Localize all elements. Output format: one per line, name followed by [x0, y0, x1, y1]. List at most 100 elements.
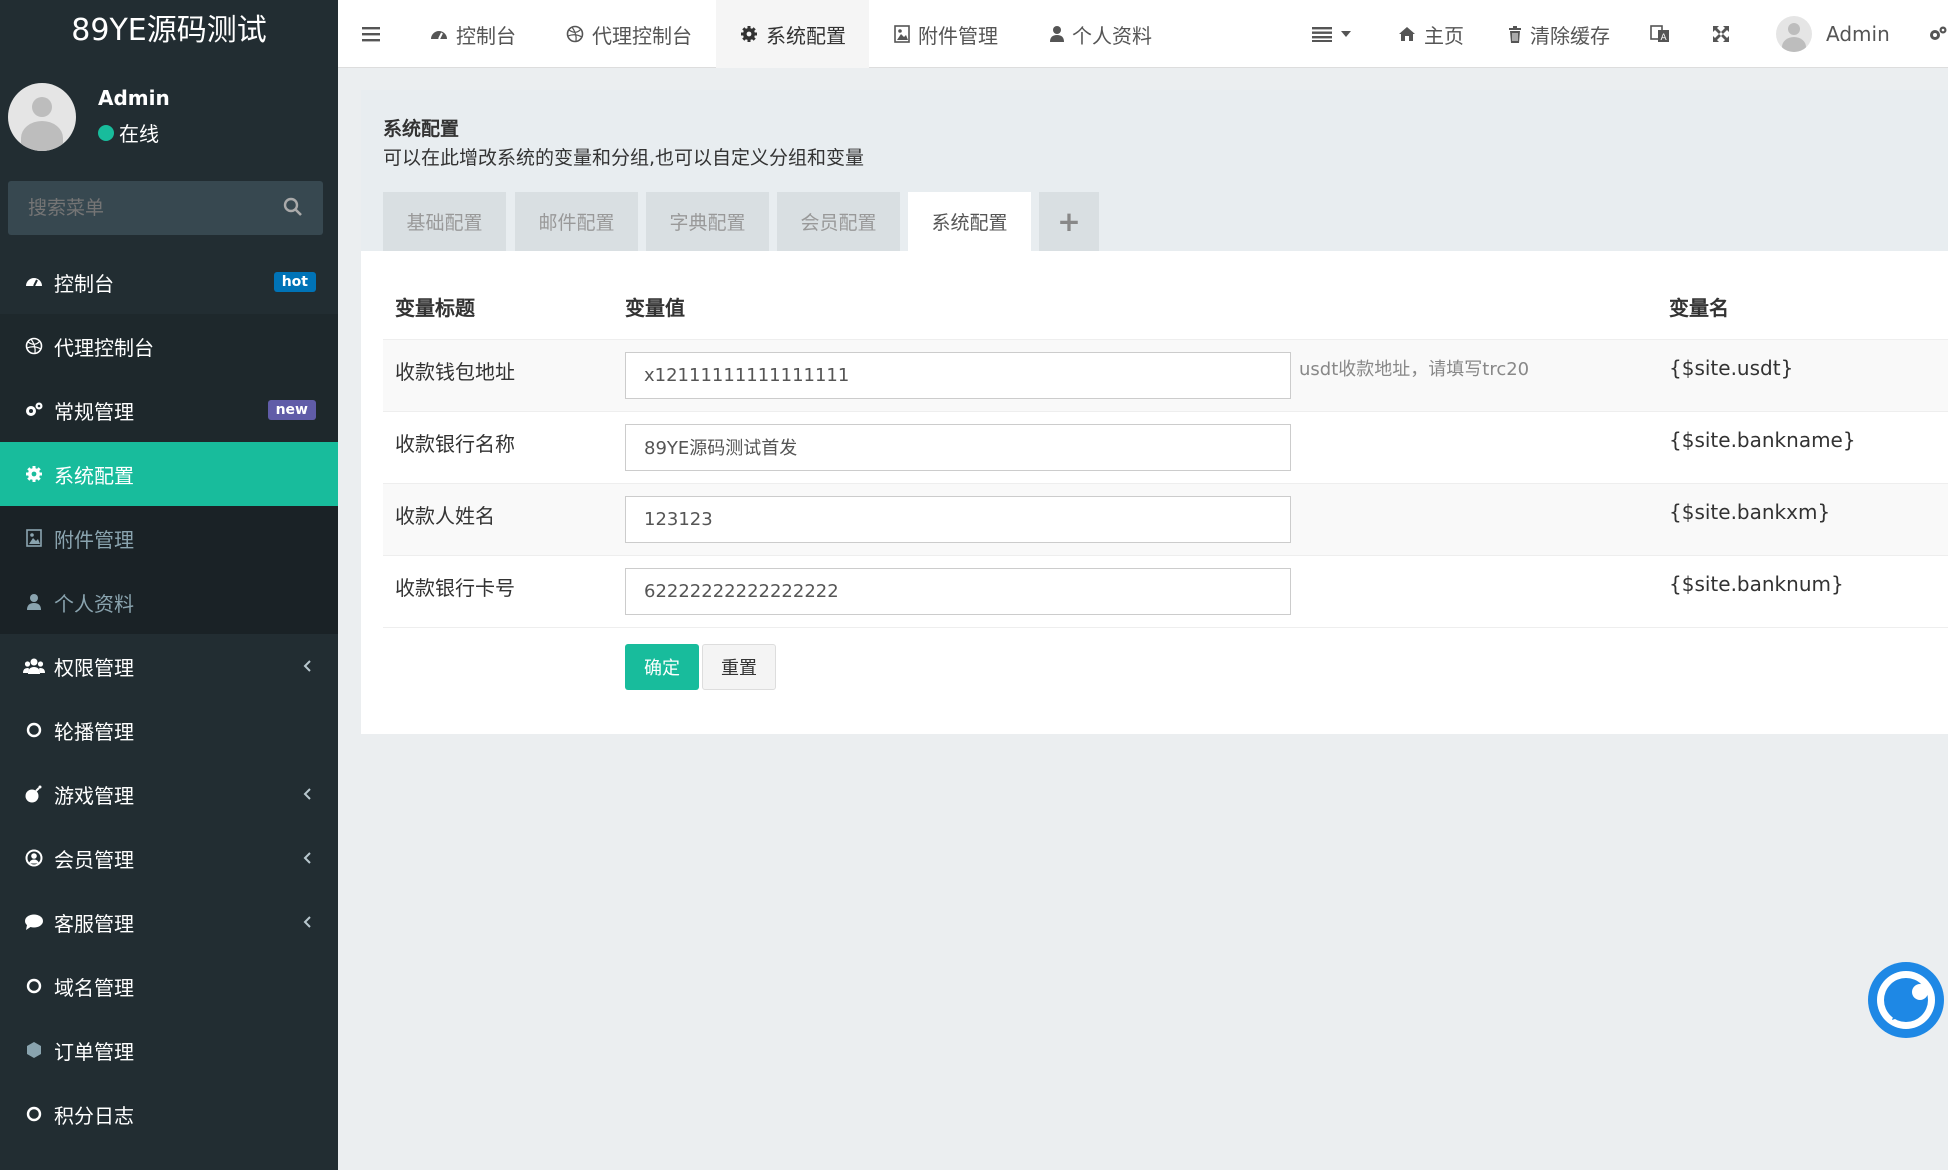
admin-name: Admin: [1826, 22, 1890, 46]
dashboard-icon: [431, 31, 447, 40]
tab-system[interactable]: 系统配置: [908, 192, 1031, 251]
sidebar-item-permissions[interactable]: 权限管理: [0, 634, 338, 698]
sidebar-item-label: 代理控制台: [54, 335, 154, 360]
circle-icon: [22, 718, 46, 742]
var-name: {$site.usdt}: [1657, 338, 1948, 411]
user-status: 在线: [98, 118, 159, 147]
circle-icon: [22, 1102, 46, 1126]
var-value-cell: [613, 410, 1657, 483]
bank-name-input[interactable]: [625, 423, 1291, 471]
var-name: {$site.bankname}: [1657, 410, 1948, 483]
sidebar-item-general[interactable]: 常规管理 new: [0, 378, 338, 442]
sidebar-item-system-config[interactable]: 系统配置: [0, 442, 338, 506]
sidebar-item-customer-service[interactable]: 客服管理: [0, 890, 338, 954]
payee-name-input[interactable]: [625, 495, 1291, 543]
expand-icon: [1713, 26, 1729, 42]
add-group-button[interactable]: +: [1039, 192, 1099, 251]
top-tab-label: 附件管理: [918, 23, 998, 48]
sidebar-item-label: 系统配置: [54, 463, 134, 488]
sidebar-item-agent-dashboard[interactable]: 代理控制台: [0, 314, 338, 378]
table-row: 收款银行卡号 {$site.banknum}: [383, 554, 1948, 627]
sidebar-item-domains[interactable]: 域名管理: [0, 954, 338, 1018]
form-actions-row: 确定 重置: [383, 626, 1948, 699]
cogs-icon: [1930, 26, 1947, 40]
tab-email[interactable]: 邮件配置: [515, 192, 638, 251]
sidebar-search: [8, 181, 323, 235]
language-button[interactable]: A: [1650, 0, 1678, 68]
sidebar-item-games[interactable]: 游戏管理: [0, 762, 338, 826]
sidebar-item-members[interactable]: 会员管理: [0, 826, 338, 890]
sidebar-toggle-button[interactable]: [362, 0, 388, 68]
page-title: 系统配置: [383, 118, 460, 140]
gear-icon: [741, 26, 757, 42]
sidebar-item-label: 个人资料: [54, 591, 134, 616]
top-tab-system-config[interactable]: 系统配置: [716, 0, 869, 68]
chevron-left-icon: [303, 916, 311, 928]
avatar: [1776, 16, 1812, 52]
panel-header: 系统配置 可以在此增改系统的变量和分组,也可以自定义分组和变量 基础配置 邮件配…: [361, 90, 1948, 251]
bank-card-input[interactable]: [625, 567, 1291, 615]
user-circle-icon: [22, 846, 46, 870]
var-name: {$site.banknum}: [1657, 554, 1948, 627]
clear-cache-button[interactable]: 清除缓存: [1508, 0, 1610, 68]
avatar: [8, 83, 76, 151]
var-value-cell: [613, 482, 1657, 555]
col-title-header: 变量标题: [395, 296, 475, 321]
top-tab-dashboard[interactable]: 控制台: [430, 0, 516, 68]
dashboard-icon: [22, 270, 46, 294]
search-input[interactable]: [8, 181, 268, 235]
sidebar-item-orders[interactable]: 订单管理: [0, 1018, 338, 1082]
hot-badge: hot: [273, 272, 316, 292]
sidebar-item-carousel[interactable]: 轮播管理: [0, 698, 338, 762]
new-badge: new: [267, 400, 316, 420]
user-icon: [1050, 26, 1064, 42]
group-icon: [22, 654, 46, 678]
sidebar-item-label: 积分日志: [54, 1103, 134, 1128]
var-title: 收款银行卡号: [383, 554, 613, 627]
table-row: 收款银行名称 {$site.bankname}: [383, 410, 1948, 483]
top-tab-attachments[interactable]: 附件管理: [894, 0, 998, 68]
sidebar-item-dashboard[interactable]: 控制台 hot: [0, 250, 338, 314]
search-icon[interactable]: [283, 197, 303, 217]
submit-button[interactable]: 确定: [625, 643, 699, 690]
online-dot-icon: [98, 124, 114, 141]
hexagon-icon: [22, 1038, 46, 1062]
more-menu-button[interactable]: [1312, 0, 1360, 68]
user-menu[interactable]: Admin: [1776, 0, 1890, 68]
tab-member[interactable]: 会员配置: [777, 192, 900, 251]
chevron-left-icon: [303, 852, 311, 864]
reset-button[interactable]: 重置: [702, 643, 776, 690]
home-link[interactable]: 主页: [1398, 0, 1464, 68]
top-tab-profile[interactable]: 个人资料: [1050, 0, 1152, 68]
var-title: 收款人姓名: [383, 482, 613, 555]
cogs-icon: [22, 398, 46, 422]
app-logo[interactable]: 89YE源码测试: [0, 0, 338, 64]
chat-float-button[interactable]: [1868, 962, 1944, 1038]
settings-button[interactable]: [1928, 0, 1948, 68]
form-actions: 确定 重置: [613, 626, 1657, 699]
var-title: 收款钱包地址: [383, 338, 613, 411]
sidebar-item-attachments[interactable]: 附件管理: [0, 506, 338, 570]
sidebar-item-profile[interactable]: 个人资料: [0, 570, 338, 634]
var-value-cell: [613, 554, 1657, 627]
top-tab-label: 系统配置: [766, 23, 846, 48]
fullscreen-button[interactable]: [1712, 0, 1738, 68]
tab-dictionary[interactable]: 字典配置: [646, 192, 769, 251]
sidebar-item-label: 游戏管理: [54, 783, 134, 808]
sidebar-item-label: 控制台: [54, 271, 114, 296]
user-name: Admin: [98, 86, 170, 110]
tab-basic[interactable]: 基础配置: [383, 192, 506, 251]
col-name-header: 变量名: [1669, 296, 1729, 321]
caret-down-icon: [1341, 31, 1351, 37]
image-icon: [894, 25, 910, 43]
col-value-header: 变量值: [625, 296, 685, 321]
wallet-address-input[interactable]: [625, 351, 1291, 399]
sidebar-item-label: 客服管理: [54, 911, 134, 936]
sidebar-menu: 控制台 hot 代理控制台 常规管理 new 系统配置 附件管理 个人资料 权限…: [0, 250, 338, 1146]
var-name: {$site.bankxm}: [1657, 482, 1948, 555]
chevron-left-icon: [303, 788, 311, 800]
top-tab-agent-dashboard[interactable]: 代理控制台: [566, 0, 692, 68]
var-title: 收款银行名称: [383, 410, 613, 483]
comment-icon: [22, 910, 46, 934]
sidebar-item-points-log[interactable]: 积分日志: [0, 1082, 338, 1146]
